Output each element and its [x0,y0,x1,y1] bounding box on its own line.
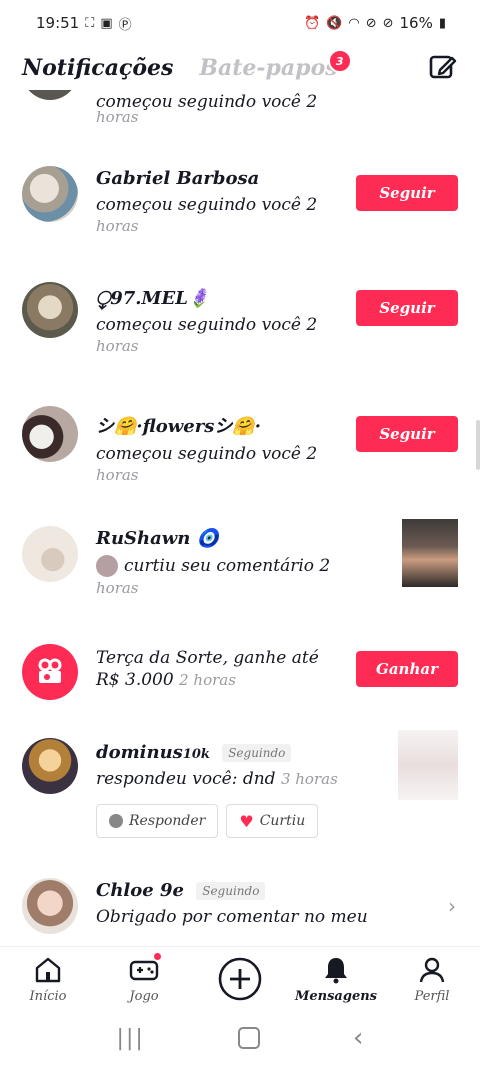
person-icon [419,957,445,982]
nav-messages[interactable]: Mensagens [288,947,384,1011]
follow-button[interactable]: Seguir [356,290,458,326]
bottom-navigation: Início Jogo Mensagens Perfil [0,946,480,1011]
notification-text: respondeu você: dnd [96,769,276,789]
list-item[interactable]: シ🤗·flowersシ🤗· começou seguindo você 2 ho… [0,390,480,500]
notification-time: horas [96,337,139,355]
bell-icon [325,957,347,983]
tab-chats[interactable]: Bate-papos 3 [199,49,352,81]
video-thumbnail[interactable] [398,730,458,800]
username[interactable]: dominus [96,742,183,763]
nav-game[interactable]: Jogo [96,947,192,1011]
nav-game-label: Jogo [129,988,159,1004]
notification-time: horas [96,579,139,597]
pinterest-icon: Ⓟ [118,17,132,33]
notification-time: horas [96,217,139,235]
avatar[interactable] [22,90,78,100]
following-badge: Seguindo [196,882,266,900]
nav-profile-label: Perfil [414,988,450,1004]
battery-level: 16% [399,14,433,32]
screenshot-icon: ⛶ [85,15,95,31]
home-icon [35,957,61,982]
notification-dot [154,952,161,960]
video-camera-icon [38,658,62,683]
dnd-icon: ⊘ [382,15,394,31]
liked-label: Curtiu [259,813,306,829]
list-item[interactable]: Gabriel Barbosa começou seguindo você 2 … [0,150,480,260]
list-item[interactable]: ⧬97.MEL🪻 começou seguindo você 2 horas S… [0,270,480,380]
no-signal-icon: ⊘ [365,15,377,31]
home-button-icon[interactable] [237,1027,260,1049]
alarm-icon: ⏰ [303,15,321,31]
notification-text: curtiu seu comentário 2 [124,556,331,576]
notification-text: começou seguindo você 2 [96,92,318,112]
tab-notifications[interactable]: Notificações [22,55,173,81]
notifications-header: Notificações Bate-papos 3 [0,46,480,90]
follow-button[interactable]: Seguir [356,175,458,211]
comment-icon [109,814,123,828]
notification-time: 3 horas [280,770,338,788]
tab-chats-label: Bate-papos [199,55,338,81]
notification-list[interactable]: começou seguindo você 2 horas Gabriel Ba… [0,90,480,946]
nav-profile[interactable]: Perfil [384,947,480,1011]
wifi-icon: ◠ [348,15,360,31]
chevron-right-icon[interactable]: › [448,894,456,918]
mini-avatar [96,555,118,577]
nav-home[interactable]: Início [0,947,96,1011]
system-navigation: ||| ‹ [0,1010,480,1066]
reply-button[interactable]: Responder [96,804,219,838]
earn-button[interactable]: Ganhar [356,651,458,687]
avatar[interactable] [22,282,78,338]
scrollbar[interactable] [476,420,480,470]
avatar[interactable] [22,738,78,794]
notification-text: Obrigado por comentar no meu [96,907,368,927]
notification-time: horas [96,466,139,484]
app-icon: ▣ [100,15,113,31]
battery-icon: ▮ [438,15,446,31]
back-icon[interactable]: ‹ [353,1023,363,1053]
nav-home-label: Início [29,988,67,1004]
notification-time: 2 horas [179,671,236,689]
list-item[interactable]: RuShawn 🧿 curtiu seu comentário 2 horas [0,510,480,620]
notification-time: horas [96,108,139,126]
avatar[interactable] [22,526,78,582]
avatar[interactable] [22,878,78,934]
heart-icon: ♥ [239,811,254,831]
list-item[interactable]: Terça da Sorte, ganhe até R$ 3.000 2 hor… [0,630,480,740]
like-button[interactable]: ♥ Curtiu [226,804,319,838]
list-item[interactable]: Chloe 9e Seguindo Obrigado por comentar … [0,870,480,946]
reply-label: Responder [129,813,206,829]
nav-create[interactable] [192,947,288,1011]
promo-amount: R$ 3.000 [96,670,174,690]
avatar[interactable] [22,406,78,462]
compose-icon[interactable] [428,52,458,82]
username[interactable]: Chloe 9e [96,880,184,901]
status-bar: 19:51 ⛶ ▣ Ⓟ ⏰ 🔇 ◠ ⊘ ⊘ 16% ▮ [0,0,480,46]
recent-apps-icon[interactable]: ||| [117,1026,145,1051]
video-thumbnail[interactable] [402,519,458,587]
promo-icon[interactable] [22,644,78,700]
chats-badge: 3 [327,49,352,73]
username[interactable]: RuShawn 🧿 [96,528,450,549]
list-item[interactable]: dominus10k Seguindo respondeu você: dnd … [0,730,480,850]
game-icon-wrap [129,952,161,985]
plus-circle-icon [218,957,262,1001]
follower-count: 10k [182,747,210,762]
following-badge: Seguindo [222,744,292,762]
follow-button[interactable]: Seguir [356,416,458,452]
clock: 19:51 [36,14,80,32]
nav-messages-label: Mensagens [295,988,377,1004]
mute-icon: 🔇 [326,15,343,31]
avatar[interactable] [22,166,78,222]
list-item[interactable]: começou seguindo você 2 [0,90,480,130]
